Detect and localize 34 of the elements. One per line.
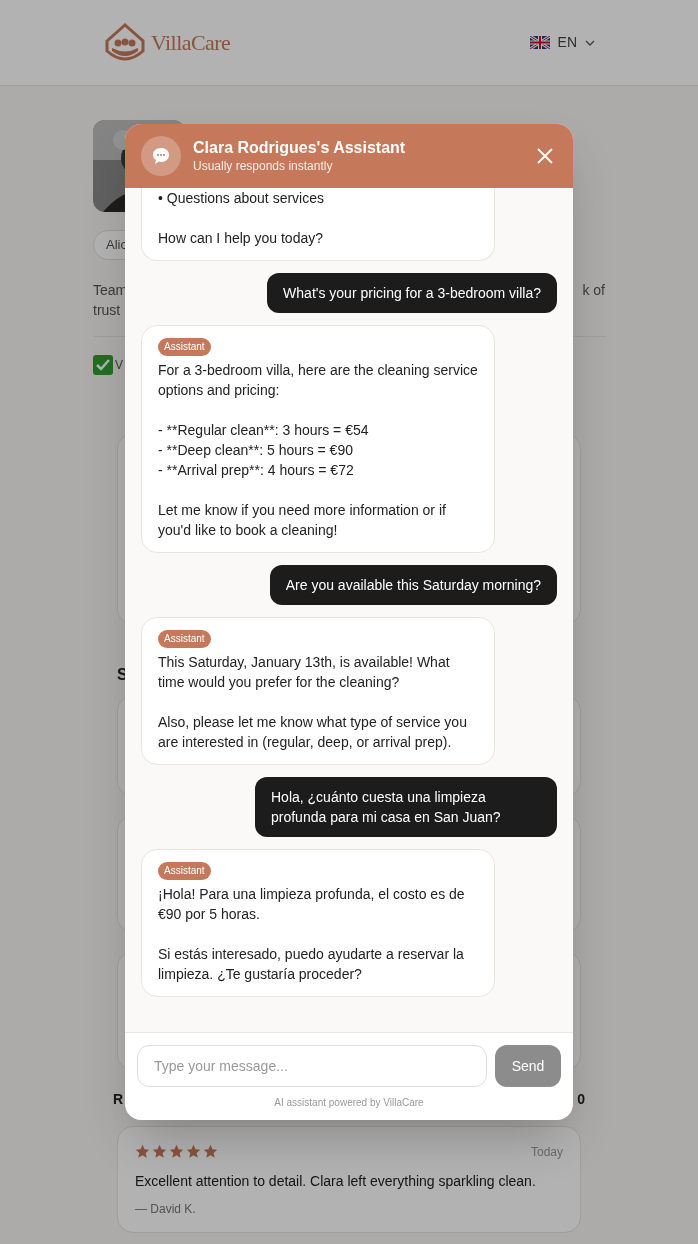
assistant-badge: Assistant [158, 630, 211, 648]
review-author: — David K. [135, 1200, 197, 1218]
message-text: • Questions about services How can I help you today? [158, 189, 324, 248]
message-input[interactable]: Type your message... [137, 1045, 487, 1087]
star-icon [169, 1144, 184, 1159]
footer-note: AI assistant powered by VillaCare [274, 1096, 424, 1110]
assistant-badge: Assistant [158, 338, 211, 356]
user-message: What's your pricing for a 3-bedroom villa? [267, 273, 557, 313]
checkmark-icon [93, 354, 113, 375]
flag-icon [529, 36, 550, 49]
message-text: For a 3-bedroom villa, here are the cleaning service options and pricing: - **Regular clean**: 3 hours = €54 - **Deep clean**: 5 hours = €90 - **Arrival prep**: 4 hours = €72 Let me know if you need more information or if you'd like to book a cleaning! [158, 361, 478, 540]
language-selector[interactable]: EN [529, 32, 595, 53]
star-icon [135, 1144, 150, 1159]
message-text: This Saturday, January 13th, is available! What time would you prefer for the cleaning? Also, please let me know what type of service you are interested in (regular, deep, or arrival prep). [158, 653, 468, 752]
verified-text: V [115, 356, 123, 374]
assistant-badge: Assistant [158, 862, 211, 880]
star-icon [152, 1144, 167, 1159]
chat-title: Clara Rodrigues's Assistant [193, 138, 407, 158]
bio-text: k of [582, 280, 605, 300]
logo-text[interactable]: VillaCare [151, 26, 231, 59]
bio-text: trust [93, 300, 122, 320]
message-text: ¡Hola! Para una limpieza profunda, el costo es de €90 por 5 horas. Si estás interesado, puedo ayudarte a reservar la limpieza. ¿Te gustaría proceder? [158, 885, 466, 984]
review-date: Today [530, 1143, 563, 1161]
review-count: 0 [577, 1089, 585, 1109]
chevron-down-icon [585, 39, 595, 46]
section-heading: R [113, 1089, 124, 1109]
review-text: Excellent attention to detail. Clara left everything sparkling clean. [135, 1171, 537, 1191]
user-message: Are you available this Saturday morning? [269, 565, 557, 605]
star-icon [186, 1144, 201, 1159]
user-message: Hola, ¿cuánto cuesta una limpieza profunda para mi casa en San Juan? [255, 777, 557, 837]
star-icon [203, 1144, 218, 1159]
chat-subtitle: Usually responds instantly [193, 158, 334, 174]
chat-bubble-icon [151, 146, 171, 166]
close-icon [537, 148, 553, 164]
